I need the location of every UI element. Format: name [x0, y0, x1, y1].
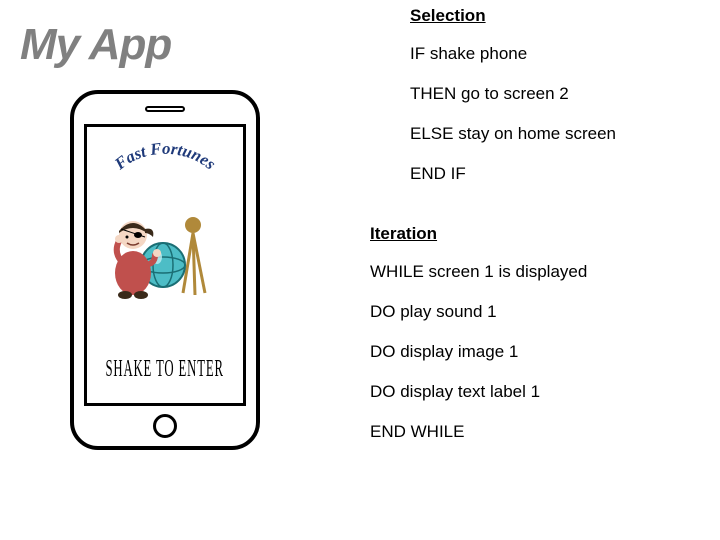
iteration-block: Iteration WHILE screen 1 is displayed DO…: [370, 224, 700, 442]
phone-outline-icon: Fast Fortunes: [70, 90, 260, 450]
selection-if-line: IF shake phone: [410, 44, 700, 64]
fast-fortunes-arc-text: Fast Fortunes: [90, 141, 240, 191]
arc-text-content: Fast Fortunes: [110, 141, 219, 174]
iteration-while-line: WHILE screen 1 is displayed: [370, 262, 700, 282]
selection-block: Selection IF shake phone THEN go to scre…: [410, 6, 700, 184]
right-column: Selection IF shake phone THEN go to scre…: [390, 6, 700, 462]
phone-speaker-icon: [145, 106, 185, 112]
iteration-endwhile-line: END WHILE: [370, 422, 700, 442]
selection-heading: Selection: [410, 6, 700, 26]
phone-home-button-icon: [153, 414, 177, 438]
selection-then-line: THEN go to screen 2: [410, 84, 700, 104]
pirate-fortune-illustration-icon: [105, 193, 225, 303]
svg-text:Fast Fortunes: Fast Fortunes: [110, 141, 219, 174]
iteration-do1-line: DO play sound 1: [370, 302, 700, 322]
selection-else-line: ELSE stay on home screen: [410, 124, 700, 144]
shake-to-enter-label: SHAKE TO ENTER: [106, 357, 224, 384]
phone-screen: Fast Fortunes: [84, 124, 246, 406]
iteration-do3-line: DO display text label 1: [370, 382, 700, 402]
left-column: My App Fast Fortunes: [20, 20, 340, 450]
iteration-do2-line: DO display image 1: [370, 342, 700, 362]
iteration-heading: Iteration: [370, 224, 700, 244]
app-title: My App: [20, 20, 340, 70]
selection-endif-line: END IF: [410, 164, 700, 184]
